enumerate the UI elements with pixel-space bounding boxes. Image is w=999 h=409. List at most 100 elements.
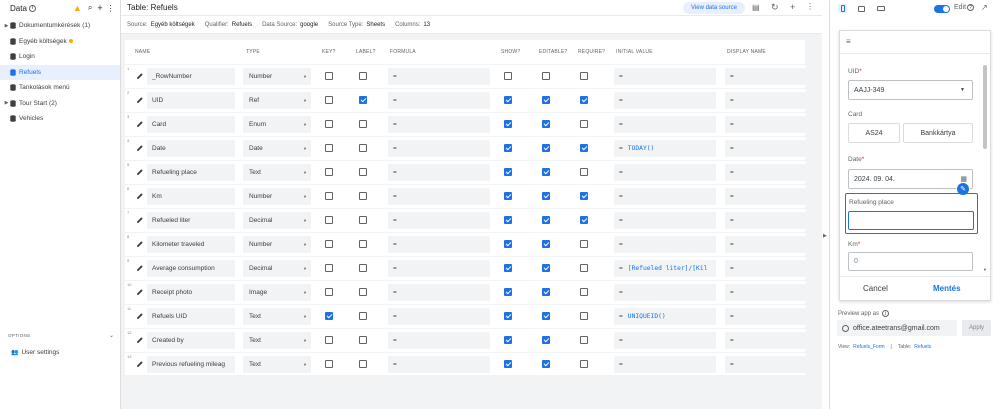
chevron-down-icon[interactable]: ⌄ <box>109 332 114 339</box>
key-checkbox[interactable] <box>325 144 333 152</box>
formula-input[interactable]: = <box>388 140 490 157</box>
require-checkbox[interactable] <box>580 168 588 176</box>
column-type-select[interactable]: Text ▼ <box>243 356 311 373</box>
editable-checkbox[interactable] <box>542 96 550 104</box>
require-checkbox[interactable] <box>580 216 588 224</box>
formula-input[interactable]: = <box>388 188 490 205</box>
require-checkbox[interactable] <box>580 144 588 152</box>
expand-icon[interactable]: ▶ <box>4 23 9 29</box>
initial-value-input[interactable]: = UNIQUEID() <box>614 308 716 325</box>
formula-input[interactable]: = <box>388 212 490 229</box>
require-checkbox[interactable] <box>580 72 588 80</box>
info-icon[interactable]: i <box>28 4 36 12</box>
label-checkbox[interactable] <box>359 336 367 344</box>
column-name-input[interactable]: Refueling place <box>147 164 235 181</box>
editable-checkbox[interactable] <box>542 288 550 296</box>
editable-checkbox[interactable] <box>542 312 550 320</box>
editable-checkbox[interactable] <box>542 144 550 152</box>
pencil-icon[interactable] <box>136 240 144 248</box>
column-type-select[interactable]: Text ▼ <box>243 164 311 181</box>
date-input[interactable]: 2024. 09. 04. ▦ <box>848 169 973 189</box>
column-type-select[interactable]: Number ▼ <box>243 68 311 85</box>
display-name-input[interactable]: = <box>725 116 805 133</box>
display-name-input[interactable]: = <box>725 284 805 301</box>
label-checkbox[interactable] <box>359 96 367 104</box>
key-checkbox[interactable] <box>325 72 333 80</box>
show-checkbox[interactable] <box>504 192 512 200</box>
show-checkbox[interactable] <box>504 360 512 368</box>
editable-checkbox[interactable] <box>542 360 550 368</box>
label-checkbox[interactable] <box>359 360 367 368</box>
uid-dropdown[interactable]: AAJJ-349 ▼ <box>848 80 973 100</box>
editable-checkbox[interactable] <box>542 240 550 248</box>
require-checkbox[interactable] <box>580 312 588 320</box>
display-name-input[interactable]: = <box>725 140 805 157</box>
column-name-input[interactable]: Receipt photo <box>147 284 235 301</box>
column-type-select[interactable]: Enum ▼ <box>243 116 311 133</box>
column-name-input[interactable]: Kilometer traveled <box>147 236 235 253</box>
column-name-input[interactable]: Average consumption <box>147 260 235 277</box>
column-type-select[interactable]: Ref ▼ <box>243 92 311 109</box>
view-link[interactable]: Refuels_Form <box>853 344 884 350</box>
formula-input[interactable]: = <box>388 236 490 253</box>
initial-value-input[interactable]: = <box>614 212 716 229</box>
pencil-icon[interactable] <box>136 264 144 272</box>
label-checkbox[interactable] <box>359 120 367 128</box>
column-name-input[interactable]: Refuels UID <box>147 308 235 325</box>
key-checkbox[interactable] <box>325 192 333 200</box>
pencil-icon[interactable] <box>136 192 144 200</box>
column-name-input[interactable]: Previous refueling mileag <box>147 356 235 373</box>
refresh-icon[interactable]: ↻ <box>771 2 779 13</box>
display-name-input[interactable]: = <box>725 236 805 253</box>
regenerate-icon[interactable]: ▤ <box>752 3 760 12</box>
formula-input[interactable]: = <box>388 284 490 301</box>
initial-value-input[interactable]: = [Refueled liter]/[Kil <box>614 260 716 277</box>
show-checkbox[interactable] <box>504 312 512 320</box>
show-checkbox[interactable] <box>504 288 512 296</box>
require-checkbox[interactable] <box>580 96 588 104</box>
initial-value-input[interactable]: = <box>614 164 716 181</box>
require-checkbox[interactable] <box>580 240 588 248</box>
column-name-input[interactable]: Km <box>147 188 235 205</box>
edit-toggle[interactable] <box>934 5 950 13</box>
key-checkbox[interactable] <box>325 216 333 224</box>
column-name-input[interactable]: Card <box>147 116 235 133</box>
key-checkbox[interactable] <box>325 120 333 128</box>
sidebar-item[interactable]: Login <box>0 49 120 65</box>
form-scrollbar[interactable] <box>983 65 987 149</box>
show-checkbox[interactable] <box>504 72 512 80</box>
pencil-icon[interactable] <box>136 120 144 128</box>
column-type-select[interactable]: Text ▼ <box>243 332 311 349</box>
pencil-icon[interactable] <box>136 144 144 152</box>
formula-input[interactable]: = <box>388 260 490 277</box>
label-checkbox[interactable] <box>359 264 367 272</box>
initial-value-input[interactable]: = TODAY() <box>614 140 716 157</box>
pencil-icon[interactable] <box>136 168 144 176</box>
phone-icon[interactable] <box>838 4 847 13</box>
initial-value-input[interactable]: = <box>614 332 716 349</box>
label-checkbox[interactable] <box>359 288 367 296</box>
show-checkbox[interactable] <box>504 96 512 104</box>
sidebar-item[interactable]: Tankolások menü <box>0 80 120 96</box>
label-checkbox[interactable] <box>359 312 367 320</box>
show-checkbox[interactable] <box>504 144 512 152</box>
display-name-input[interactable]: = <box>725 188 805 205</box>
label-checkbox[interactable] <box>359 72 367 80</box>
key-checkbox[interactable] <box>325 312 333 320</box>
show-checkbox[interactable] <box>504 240 512 248</box>
initial-value-input[interactable]: = <box>614 92 716 109</box>
column-type-select[interactable]: Number ▼ <box>243 188 311 205</box>
sidebar-item[interactable]: Refuels <box>0 64 120 80</box>
require-checkbox[interactable] <box>580 288 588 296</box>
initial-value-input[interactable]: = <box>614 116 716 133</box>
warning-icon[interactable]: ▲ <box>73 3 82 13</box>
key-checkbox[interactable] <box>325 240 333 248</box>
show-checkbox[interactable] <box>504 216 512 224</box>
formula-input[interactable]: = <box>388 116 490 133</box>
card-option-as24[interactable]: AS24 <box>848 123 900 143</box>
initial-value-input[interactable]: = <box>614 188 716 205</box>
display-name-input[interactable]: = <box>725 164 805 181</box>
initial-value-input[interactable]: = <box>614 284 716 301</box>
desktop-icon[interactable] <box>876 4 885 13</box>
km-input[interactable]: 0 <box>848 252 973 271</box>
